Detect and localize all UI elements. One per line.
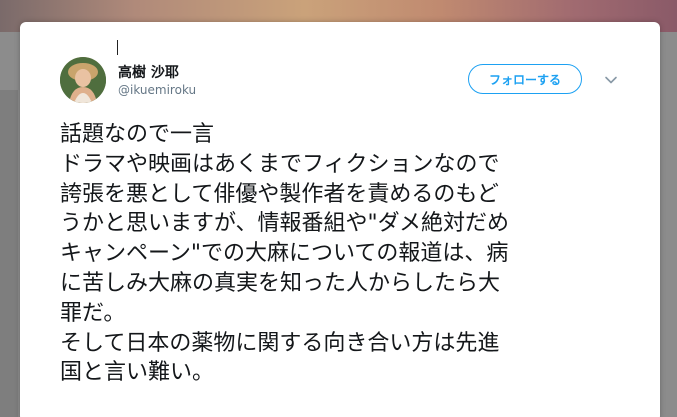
avatar[interactable] (60, 57, 106, 103)
tweet-card: 高樹 沙耶 @ikuemiroku フォローする 話題なので一言 ドラマや映画は… (20, 22, 660, 417)
chevron-down-icon[interactable] (604, 72, 618, 86)
avatar-image (60, 57, 106, 103)
user-handle[interactable]: @ikuemiroku (118, 83, 196, 97)
tweet-text: 話題なので一言 ドラマや映画はあくまでフィクションなので 誇張を悪として俳優や製… (60, 122, 510, 386)
display-name[interactable]: 高樹 沙耶 (118, 62, 179, 82)
side-panel (0, 90, 18, 417)
follow-button[interactable]: フォローする (468, 64, 582, 94)
text-cursor (117, 40, 118, 55)
